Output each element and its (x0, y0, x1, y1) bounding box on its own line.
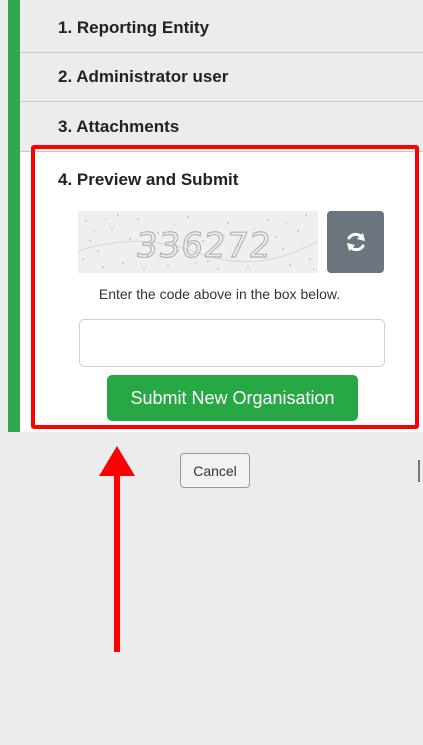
step-attachments[interactable]: 3. Attachments (20, 102, 423, 151)
partial-divider (418, 460, 420, 482)
wizard-panel: 1. Reporting Entity 2. Administrator use… (8, 0, 423, 432)
step-label: 3. Attachments (58, 116, 180, 136)
step-title: 4. Preview and Submit (58, 170, 239, 189)
step-preview-and-submit: 4. Preview and Submit 336272 Enter the c… (20, 151, 423, 432)
step-reporting-entity[interactable]: 1. Reporting Entity (20, 4, 423, 53)
captcha-image: 336272 (78, 211, 318, 273)
arrow-annotation (99, 446, 135, 652)
step-administrator-user[interactable]: 2. Administrator user (20, 53, 423, 102)
refresh-icon (346, 232, 365, 252)
captcha-code-input[interactable] (79, 319, 385, 367)
step-label: 2. Administrator user (58, 67, 229, 86)
step-label: 1. Reporting Entity (58, 18, 210, 37)
cancel-button[interactable]: Cancel (180, 453, 250, 488)
submit-new-organisation-button[interactable]: Submit New Organisation (107, 375, 358, 421)
captcha-code: 336272 (133, 225, 274, 266)
refresh-captcha-button[interactable] (327, 211, 384, 273)
captcha-instruction: Enter the code above in the box below. (98, 286, 341, 302)
